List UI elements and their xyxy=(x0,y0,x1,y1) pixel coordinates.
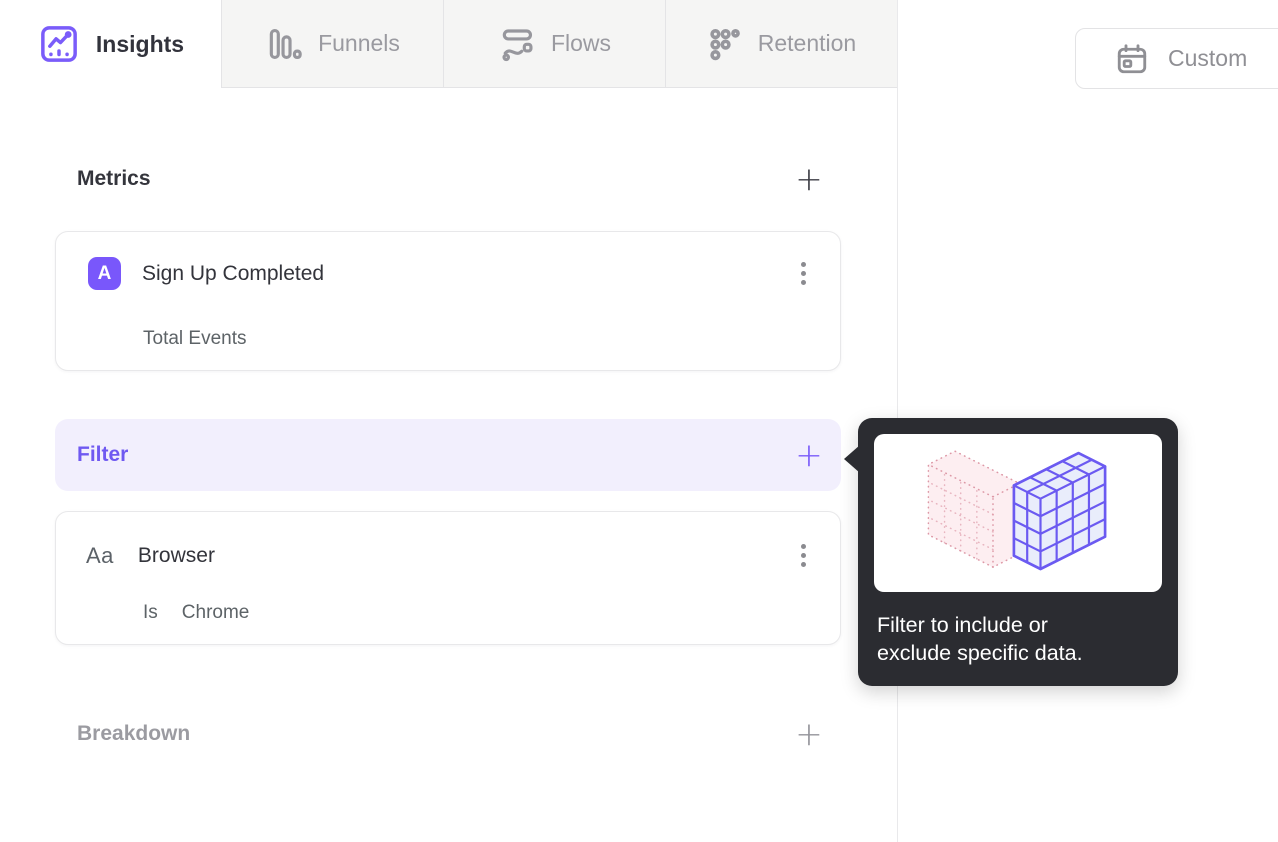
metrics-section-header: Metrics + xyxy=(55,157,841,201)
filter-value[interactable]: Chrome xyxy=(182,602,250,624)
metrics-section-title: Metrics xyxy=(77,167,151,190)
tab-funnels[interactable]: Funnels xyxy=(221,0,443,88)
tab-insights-label: Insights xyxy=(95,30,185,57)
tab-flows-label: Flows xyxy=(550,30,612,56)
filter-card-browser[interactable]: Aa Browser Is Chrome xyxy=(55,511,841,645)
filter-operator[interactable]: Is xyxy=(143,602,158,624)
tab-retention-label: Retention xyxy=(757,30,857,56)
insights-query-builder: Insights Funnels Flows Retention Custom … xyxy=(0,0,1278,842)
tab-insights[interactable]: Insights xyxy=(0,0,221,88)
filter-property-title: Browser xyxy=(137,543,215,567)
add-filter-button[interactable]: + xyxy=(787,433,831,477)
tab-retention[interactable]: Retention xyxy=(665,0,897,88)
metric-series-badge: A xyxy=(88,257,121,290)
add-breakdown-button[interactable]: + xyxy=(787,712,831,756)
filter-section-header[interactable]: Filter + xyxy=(55,419,841,491)
string-property-icon: Aa xyxy=(86,542,114,568)
add-metric-button[interactable]: + xyxy=(787,157,831,201)
tab-flows[interactable]: Flows xyxy=(443,0,665,88)
metric-card-sign-up-completed[interactable]: A Sign Up Completed Total Events xyxy=(55,231,841,371)
filter-tooltip: Filter to include or exclude specific da… xyxy=(844,418,1178,686)
metric-title: Sign Up Completed xyxy=(142,261,325,285)
calendar-icon xyxy=(1114,41,1150,77)
tooltip-arrow xyxy=(844,445,860,473)
tooltip-line-2: exclude specific data. xyxy=(877,641,1083,665)
metric-aggregation-label[interactable]: Total Events xyxy=(143,328,247,350)
filter-kebab-menu-icon[interactable] xyxy=(795,538,812,573)
filter-cube-illustration xyxy=(874,434,1162,592)
breakdown-section-title: Breakdown xyxy=(77,722,191,745)
date-range-label: Custom xyxy=(1168,45,1248,71)
breakdown-section-header: Breakdown + xyxy=(55,710,841,758)
insights-icon xyxy=(37,22,81,66)
filter-section-title: Filter xyxy=(77,443,129,466)
metric-kebab-menu-icon[interactable] xyxy=(795,256,812,291)
tooltip-text: Filter to include or exclude specific da… xyxy=(877,611,1083,667)
date-range-custom-button[interactable]: Custom xyxy=(1075,28,1278,89)
tooltip-line-1: Filter to include or xyxy=(877,613,1048,637)
flow-wave-icon xyxy=(498,25,536,63)
bar-chart-icon xyxy=(265,25,303,63)
tab-funnels-label: Funnels xyxy=(318,30,400,56)
dot-grid-icon xyxy=(707,26,743,62)
